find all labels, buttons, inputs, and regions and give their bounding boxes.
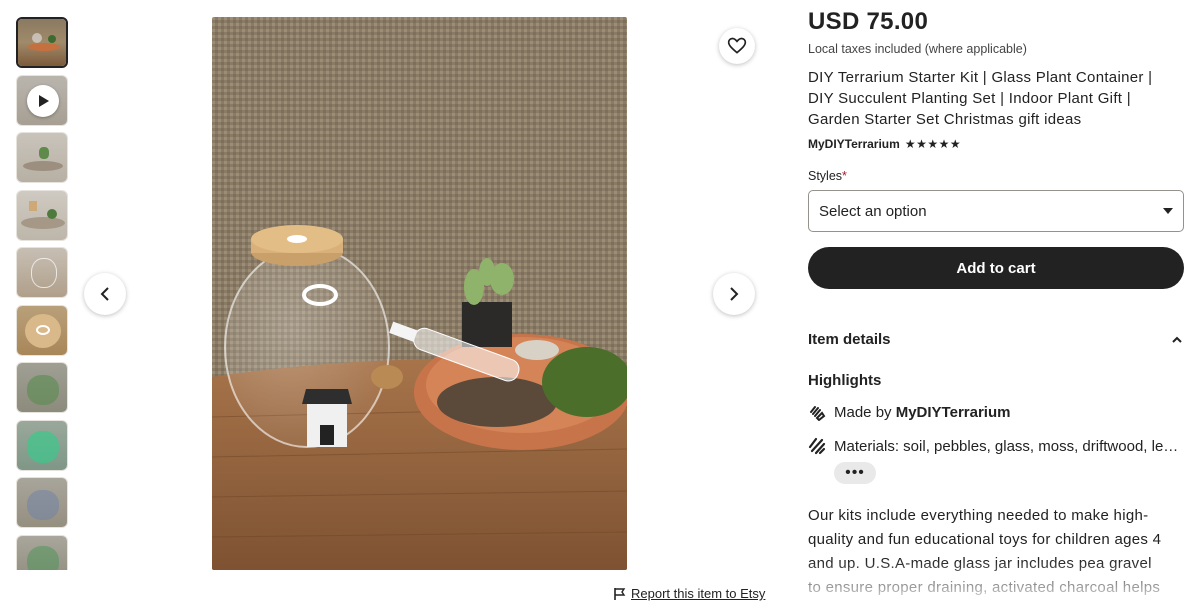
product-title: DIY Terrarium Starter Kit | Glass Plant … <box>808 69 1153 128</box>
description-fade <box>800 560 1200 606</box>
thumbnail-1[interactable] <box>16 17 68 68</box>
thumbnail-list <box>16 17 69 570</box>
materials-row: Materials: soil, pebbles, glass, moss, d… <box>808 437 1186 455</box>
materials-text: Materials: soil, pebbles, glass, moss, d… <box>834 437 1179 455</box>
thumbnail-7[interactable] <box>16 362 68 413</box>
thumbnail-2-video[interactable] <box>16 74 68 126</box>
flag-icon <box>614 587 626 600</box>
made-by-row: Made by MyDIYTerrarium <box>808 403 1186 421</box>
made-by-shop-link[interactable]: MyDIYTerrarium <box>896 404 1011 421</box>
materials-icon <box>808 437 826 455</box>
thumbnail-10[interactable] <box>16 534 68 570</box>
made-by-prefix: Made by <box>834 403 892 421</box>
main-product-image[interactable] <box>212 17 627 570</box>
report-item-label[interactable]: Report this item to Etsy <box>631 586 765 601</box>
favorite-button[interactable] <box>719 28 755 64</box>
styles-label: Styles* <box>808 169 847 183</box>
play-icon <box>27 84 59 117</box>
caret-down-icon <box>1163 208 1173 214</box>
shop-rating-row: MyDIYTerrarium ★★★★★ <box>808 137 961 151</box>
report-item-link[interactable]: Report this item to Etsy <box>613 586 765 601</box>
heart-icon <box>727 37 747 54</box>
thumbnail-4[interactable] <box>16 189 68 241</box>
hand-icon <box>810 406 826 421</box>
previous-image-button[interactable] <box>84 273 126 315</box>
more-highlights-button[interactable]: ••• <box>834 462 876 484</box>
thumbnail-8[interactable] <box>16 419 68 471</box>
styles-label-text: Styles <box>808 169 843 183</box>
required-mark: * <box>842 169 847 183</box>
styles-select-value: Select an option <box>819 202 927 220</box>
next-image-button[interactable] <box>713 273 755 315</box>
tax-note: Local taxes included (where applicable) <box>808 42 1027 56</box>
chevron-right-icon <box>730 287 739 301</box>
star-rating[interactable]: ★★★★★ <box>905 137 961 151</box>
thumbnail-5[interactable] <box>16 247 68 298</box>
thumbnail-3[interactable] <box>16 132 68 183</box>
price: USD 75.00 <box>808 8 929 35</box>
add-to-cart-button[interactable]: Add to cart <box>808 247 1184 289</box>
item-details-label: Item details <box>808 331 891 348</box>
chevron-left-icon <box>100 287 109 301</box>
item-details-toggle[interactable]: Item details <box>808 331 1184 348</box>
thumbnail-6[interactable] <box>16 304 68 356</box>
chevron-up-icon <box>1172 336 1182 343</box>
shop-name-link[interactable]: MyDIYTerrarium <box>808 137 900 151</box>
highlights-heading: Highlights <box>808 372 882 389</box>
styles-select[interactable]: Select an option <box>808 190 1184 232</box>
thumbnail-9[interactable] <box>16 477 68 528</box>
